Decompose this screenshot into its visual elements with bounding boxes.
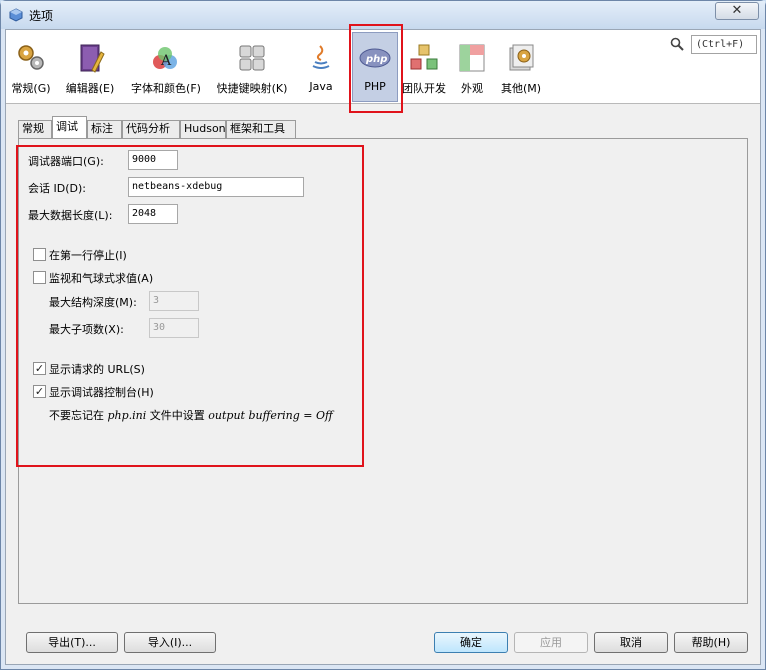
netbeans-cube-icon [9, 8, 23, 22]
category-label: 团队开发 [402, 82, 446, 95]
tab-general[interactable]: 常规 [18, 120, 52, 138]
category-fonts-colors[interactable]: A 字体和颜色(F) [124, 30, 208, 104]
tab-hudson[interactable]: Hudson [180, 120, 226, 138]
close-button[interactable]: ✕ [715, 2, 759, 20]
category-label: 字体和颜色(F) [131, 82, 201, 95]
editor-icon [80, 44, 105, 73]
keymap-icon [239, 45, 265, 71]
highlight-box-debug-settings [16, 145, 364, 467]
tab-debug[interactable]: 调试 [52, 116, 87, 139]
apply-button[interactable]: 应用 [514, 632, 588, 653]
category-label: 常规(G) [11, 82, 51, 95]
export-button[interactable]: 导出(T)... [26, 632, 118, 653]
category-label: 其他(M) [500, 82, 542, 95]
category-label: 编辑器(E) [65, 82, 115, 95]
category-editor[interactable]: 编辑器(E) [58, 30, 122, 104]
help-button[interactable]: 帮助(H) [674, 632, 748, 653]
tab-code-analysis[interactable]: 代码分析 [122, 120, 180, 138]
category-keymap[interactable]: 快捷键映射(K) [210, 30, 294, 104]
client-area: 常规(G) 编辑器(E) A 字体和颜色(F) 快捷键映射(K) Java ph… [5, 24, 761, 665]
category-label: 快捷键映射(K) [216, 82, 288, 95]
category-general[interactable]: 常规(G) [8, 30, 54, 104]
misc-icon [509, 44, 534, 71]
category-label: Java [309, 80, 333, 93]
fonts-colors-icon: A [153, 47, 177, 69]
category-misc[interactable]: 其他(M) [494, 30, 548, 104]
svg-text:A: A [160, 53, 172, 69]
import-button[interactable]: 导入(I)... [124, 632, 216, 653]
search-input[interactable]: (Ctrl+F) [691, 35, 757, 54]
highlight-box-php [349, 24, 403, 113]
tab-frameworks[interactable]: 框架和工具 [226, 120, 296, 138]
java-icon [312, 45, 330, 69]
category-appearance[interactable]: 外观 [452, 30, 492, 104]
category-label: 外观 [461, 82, 483, 95]
cancel-button[interactable]: 取消 [594, 632, 668, 653]
category-java[interactable]: Java [296, 30, 346, 104]
appearance-icon [459, 44, 485, 72]
team-icon [410, 44, 438, 70]
ok-button[interactable]: 确定 [434, 632, 508, 653]
category-team[interactable]: 团队开发 [400, 30, 448, 104]
window-title: 选项 [29, 9, 54, 23]
search-icon [670, 37, 684, 51]
tab-annotations[interactable]: 标注 [87, 120, 122, 138]
options-window: 选项 ✕ 常规(G) 编辑器(E) A 字体和颜色(F) 快捷键映射(K) Ja… [0, 0, 766, 670]
gears-icon [18, 45, 44, 70]
